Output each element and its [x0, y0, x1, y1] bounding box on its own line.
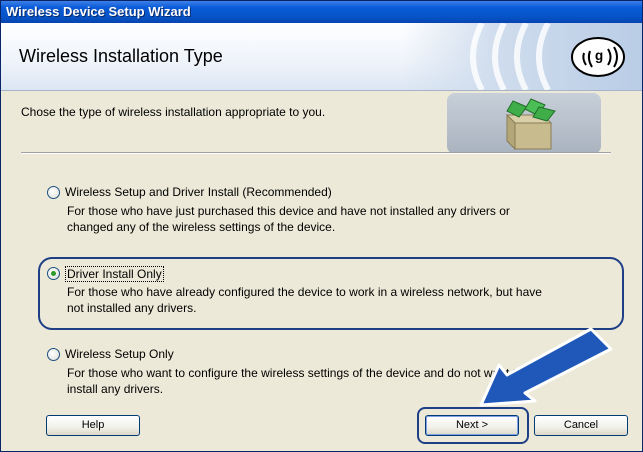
wizard-header: Wireless Installation Type ᵍ [1, 23, 642, 91]
cancel-button[interactable]: Cancel [534, 415, 628, 436]
option-description: For those who have just purchased this d… [67, 204, 510, 234]
package-icon [505, 98, 556, 151]
wireless-signal-logo-icon: ᵍ [470, 23, 625, 90]
intro-text: Chose the type of wireless installation … [21, 105, 326, 119]
option-label[interactable]: Wireless Setup Only [65, 347, 174, 361]
wizard-window: Wireless Device Setup Wizard Wireless In… [0, 0, 643, 452]
window-title: Wireless Device Setup Wizard [6, 4, 191, 19]
radio-wireless-setup-and-driver[interactable] [47, 186, 60, 199]
package-image [447, 93, 601, 154]
next-button[interactable]: Next > [425, 415, 519, 436]
pointer-arrow-icon [479, 327, 613, 407]
option-description: For those who have already configured th… [67, 285, 542, 315]
option-label[interactable]: Driver Install Only [65, 266, 164, 282]
page-title: Wireless Installation Type [19, 46, 223, 66]
help-button[interactable]: Help [46, 415, 140, 436]
radio-driver-install-only[interactable] [47, 267, 60, 280]
divider [21, 152, 611, 154]
title-bar[interactable]: Wireless Device Setup Wizard [1, 1, 642, 23]
radio-wireless-setup-only[interactable] [47, 348, 60, 361]
option-label[interactable]: Wireless Setup and Driver Install (Recom… [65, 185, 332, 199]
svg-text:ᵍ: ᵍ [595, 48, 603, 70]
